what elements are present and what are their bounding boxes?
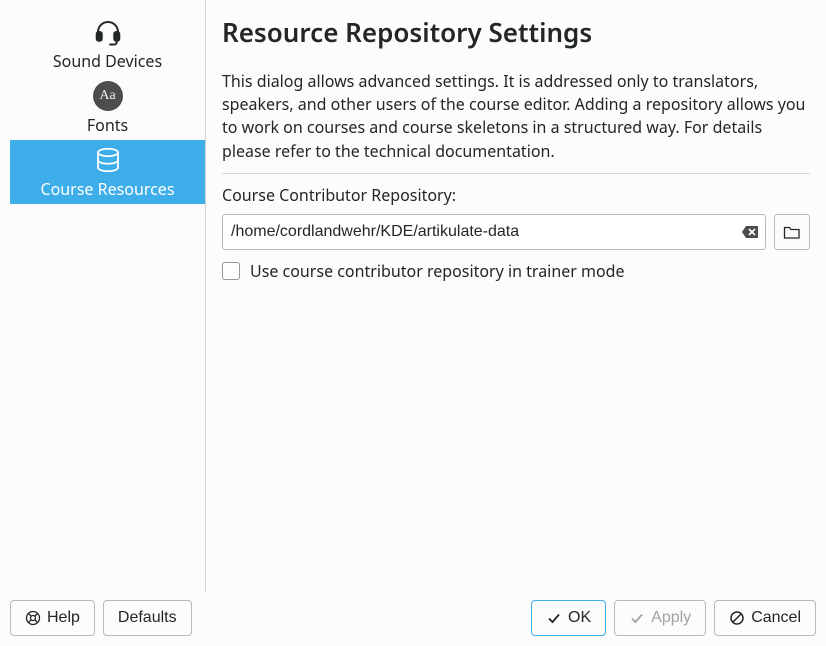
page-description: This dialog allows advanced settings. It… bbox=[222, 70, 810, 163]
check-icon bbox=[629, 610, 645, 626]
cancel-button[interactable]: Cancel bbox=[714, 600, 816, 636]
repo-path-label: Course Contributor Repository: bbox=[222, 184, 810, 206]
check-icon bbox=[546, 610, 562, 626]
cancel-icon bbox=[729, 610, 745, 626]
database-icon bbox=[93, 144, 123, 176]
ok-button-label: OK bbox=[568, 609, 591, 627]
help-icon bbox=[25, 610, 41, 626]
apply-button-label: Apply bbox=[651, 609, 691, 627]
font-icon: Aa bbox=[93, 80, 123, 112]
defaults-button[interactable]: Defaults bbox=[103, 600, 192, 636]
backspace-icon bbox=[741, 225, 759, 239]
sidebar: Sound Devices Aa Fonts Course Resources bbox=[0, 0, 206, 592]
sidebar-item-sound-devices[interactable]: Sound Devices bbox=[10, 12, 205, 76]
divider bbox=[222, 173, 810, 174]
button-bar: Help Defaults OK Apply Cancel bbox=[0, 592, 826, 646]
browse-button[interactable] bbox=[774, 214, 810, 250]
defaults-button-label: Defaults bbox=[118, 609, 177, 627]
sidebar-item-label: Course Resources bbox=[40, 178, 174, 200]
page-title: Resource Repository Settings bbox=[222, 14, 810, 50]
folder-icon bbox=[783, 224, 801, 240]
clear-input-button[interactable] bbox=[738, 220, 762, 244]
sidebar-item-fonts[interactable]: Aa Fonts bbox=[10, 76, 205, 140]
headset-icon bbox=[93, 16, 123, 48]
help-button[interactable]: Help bbox=[10, 600, 95, 636]
cancel-button-label: Cancel bbox=[751, 609, 801, 627]
trainer-mode-checkbox[interactable] bbox=[222, 262, 240, 280]
repo-path-input[interactable] bbox=[222, 214, 766, 250]
apply-button[interactable]: Apply bbox=[614, 600, 706, 636]
sidebar-item-label: Sound Devices bbox=[53, 50, 162, 72]
content-pane: Resource Repository Settings This dialog… bbox=[206, 0, 826, 592]
ok-button[interactable]: OK bbox=[531, 600, 606, 636]
sidebar-item-course-resources[interactable]: Course Resources bbox=[10, 140, 205, 204]
trainer-mode-checkbox-label[interactable]: Use course contributor repository in tra… bbox=[250, 260, 625, 282]
sidebar-item-label: Fonts bbox=[87, 114, 128, 136]
help-button-label: Help bbox=[47, 609, 80, 627]
